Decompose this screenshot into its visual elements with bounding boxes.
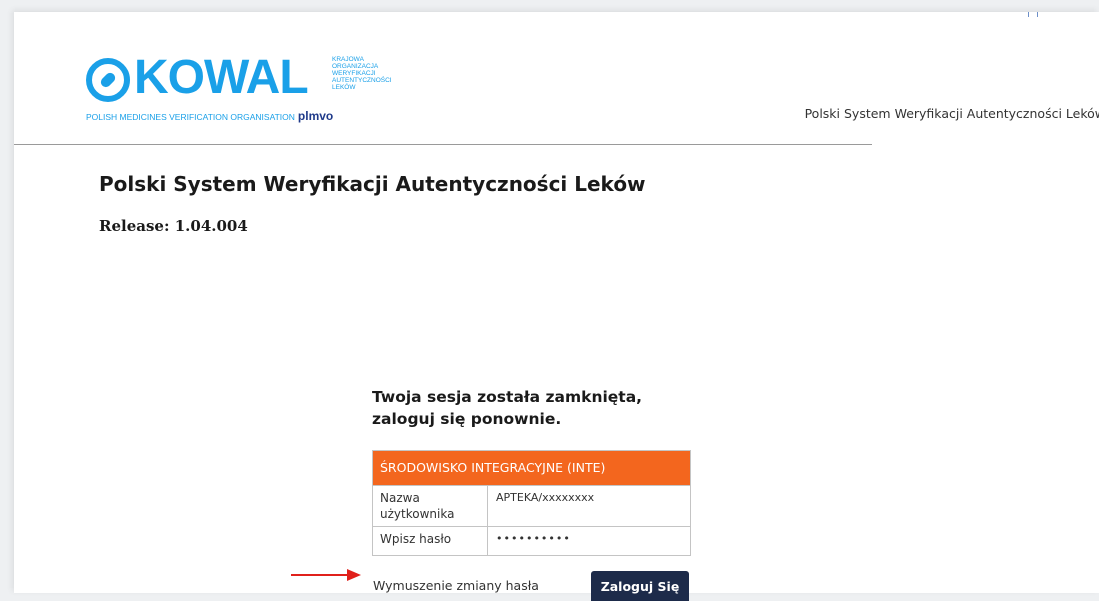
login-form: ŚRODOWISKO INTEGRACYJNE (INTE) Nazwa uży… — [372, 450, 691, 556]
login-button[interactable]: Zaloguj Się — [591, 571, 689, 601]
page-container: KOWAL KRAJOWA ORGANIZACJA WERYFIKACJI AU… — [14, 12, 1099, 601]
header-system-name: Polski System Weryfikacji Autentyczności… — [804, 106, 1099, 121]
password-field[interactable]: •••••••••• — [488, 527, 690, 555]
corner-mark — [1028, 12, 1038, 17]
username-label: Nazwa użytkownika — [373, 486, 488, 526]
kowal-logo: KOWAL KRAJOWA ORGANIZACJA WERYFIKACJI AU… — [84, 54, 404, 134]
logo-subtitle: POLISH MEDICINES VERIFICATION ORGANISATI… — [86, 109, 334, 123]
plmvo-brand: plmvo — [297, 109, 334, 123]
password-label: Wpisz hasło — [373, 527, 488, 555]
username-row: Nazwa użytkownika APTEKA/xxxxxxxx — [373, 485, 690, 526]
force-password-change-link[interactable]: Wymuszenie zmiany hasła — [373, 578, 539, 593]
username-field[interactable]: APTEKA/xxxxxxxx — [488, 486, 690, 526]
logo-side-text: KRAJOWA ORGANIZACJA WERYFIKACJI AUTENTYC… — [332, 56, 392, 91]
red-arrow-icon — [291, 569, 361, 581]
header-divider — [14, 144, 872, 145]
session-closed-message: Twoja sesja została zamknięta, zaloguj s… — [372, 388, 643, 428]
logo-wordmark: KOWAL — [134, 51, 309, 104]
page-title: Polski System Weryfikacji Autentyczności… — [99, 172, 646, 196]
environment-header: ŚRODOWISKO INTEGRACYJNE (INTE) — [373, 451, 690, 485]
password-row: Wpisz hasło •••••••••• — [373, 526, 690, 555]
release-version: Release: 1.04.004 — [99, 217, 248, 235]
